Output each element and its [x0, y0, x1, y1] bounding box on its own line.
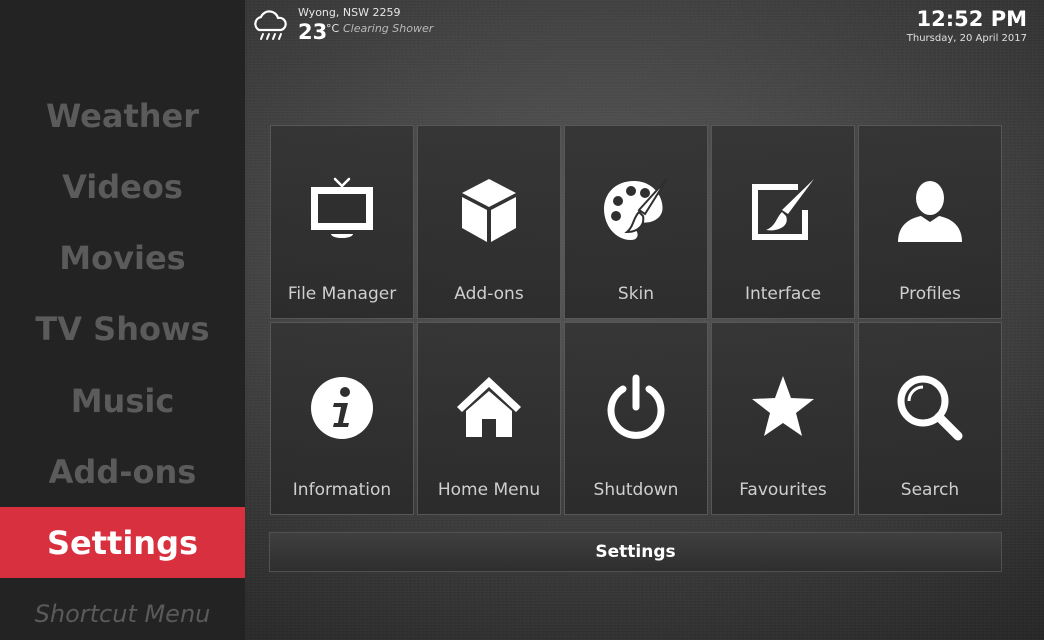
menu-item-videos[interactable]: Videos: [0, 151, 245, 222]
section-title-bar: Settings: [269, 532, 1002, 572]
tile-home-menu[interactable]: Home Menu: [417, 321, 561, 515]
palette-icon: [604, 178, 668, 240]
tile-label: File Manager: [287, 283, 397, 304]
shortcut-menu-label[interactable]: Shortcut Menu: [0, 596, 245, 632]
star-icon: [752, 375, 814, 436]
info-icon: [311, 376, 373, 439]
weather-condition: Clearing Shower: [343, 22, 434, 35]
tile-search[interactable]: Search: [858, 321, 1002, 515]
tile-label: Add-ons: [454, 283, 524, 304]
clock-date: Thursday, 20 April 2017: [906, 33, 1027, 44]
tile-information[interactable]: Information: [270, 321, 414, 515]
tile-file-manager[interactable]: File Manager: [270, 125, 414, 319]
tile-favourites[interactable]: Favourites: [711, 321, 855, 515]
tile-label: Shutdown: [593, 480, 679, 500]
tv-icon: [311, 177, 373, 238]
tile-skin[interactable]: Skin: [564, 125, 708, 319]
menu-item-add-ons[interactable]: Add-ons: [0, 436, 245, 507]
tile-label: Home Menu: [437, 480, 541, 500]
tile-label: Favourites: [739, 480, 827, 500]
tile-label: Interface: [744, 283, 822, 304]
main-menu-sidebar: Weather Videos Movies TV Shows Music Add…: [0, 0, 245, 640]
tile-label: Search: [900, 480, 960, 500]
weather-temperature: 23: [298, 20, 328, 44]
cube-icon: [462, 179, 516, 242]
menu-item-tv-shows[interactable]: TV Shows: [0, 293, 245, 364]
tile-add-ons[interactable]: Add-ons: [417, 125, 561, 319]
tile-shutdown[interactable]: Shutdown: [564, 321, 708, 515]
weather-location: Wyong, NSW 2259: [298, 6, 401, 19]
tile-interface[interactable]: Interface: [711, 125, 855, 319]
power-icon: [607, 374, 665, 439]
menu-item-weather[interactable]: Weather: [0, 80, 245, 151]
tile-label: Skin: [617, 283, 655, 304]
home-icon: [457, 376, 521, 437]
menu-item-movies[interactable]: Movies: [0, 222, 245, 293]
weather-temperature-unit: °C: [326, 22, 340, 35]
search-icon: [897, 375, 963, 440]
clock-time: 12:52 PM: [916, 7, 1027, 31]
menu-item-music[interactable]: Music: [0, 365, 245, 436]
tile-profiles[interactable]: Profiles: [858, 125, 1002, 319]
tile-label: Profiles: [899, 283, 961, 304]
cloud-rain-icon: [254, 10, 287, 40]
menu-item-settings[interactable]: Settings: [0, 507, 245, 578]
tile-label: Information: [292, 480, 392, 500]
user-icon: [898, 181, 962, 242]
settings-grid: File Manager Add-ons Skin Interface Prof…: [270, 125, 1002, 515]
paint-frame-icon: [752, 179, 814, 240]
